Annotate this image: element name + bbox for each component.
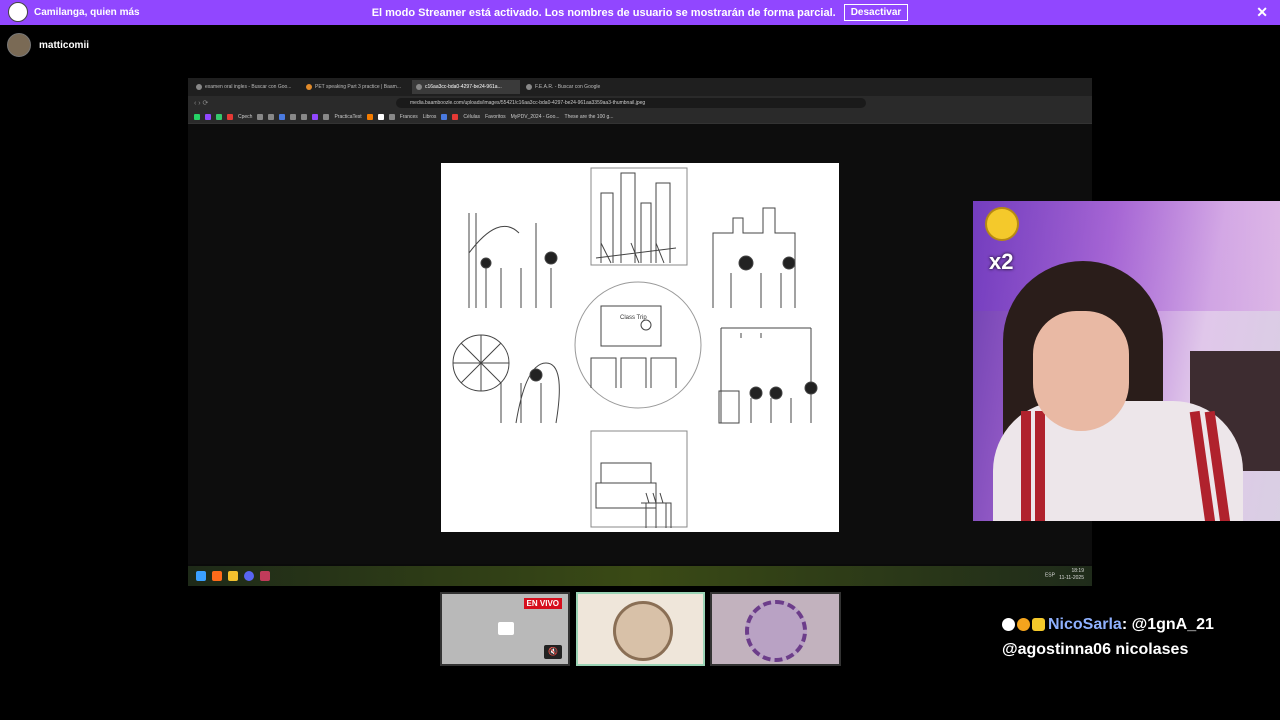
brave-icon[interactable]: [212, 571, 222, 581]
baamboozle-icon: [306, 84, 312, 90]
google-icon: [196, 84, 202, 90]
tab-label: c16aa3cc-bda0-4297-be24-961a...: [425, 84, 502, 90]
multiplier-label: x2: [989, 249, 1014, 274]
scene-thumb-screen[interactable]: EN VIVO 🔇: [440, 592, 570, 666]
bookmark-icon[interactable]: [323, 113, 330, 120]
line-drawing-illustration: Class Trip: [452, 167, 818, 528]
windows-taskbar: ESP 18:19 11-11-2025: [188, 566, 1092, 586]
bookmark-icon[interactable]: [216, 113, 222, 120]
avatar-disc: [613, 601, 673, 661]
crown-badge-icon: [1032, 618, 1045, 632]
clock-date[interactable]: 11-11-2025: [1059, 575, 1084, 581]
tab-image[interactable]: c16aa3cc-bda0-4297-be24-961a...: [412, 80, 520, 94]
bookmark-celulas[interactable]: Células: [463, 114, 480, 120]
rank-badge-icon: [1017, 618, 1030, 632]
chat-text-line2: @agostinna06 nicolases: [1002, 641, 1189, 658]
close-icon[interactable]: ✕: [1256, 4, 1268, 20]
chat-username[interactable]: NicoSarla: [1048, 616, 1122, 633]
tab-label: PET speaking Part 3 practice | Baam...: [315, 84, 401, 90]
bookmark-icon[interactable]: [268, 113, 275, 120]
bookmark-icon[interactable]: [441, 113, 448, 120]
nav-buttons[interactable]: ‹ › ⟳: [188, 99, 228, 107]
bookmark-icon[interactable]: [452, 113, 459, 120]
deactivate-button[interactable]: Desactivar: [843, 4, 909, 21]
webcam-feed: x2: [973, 201, 1280, 521]
bookmark-icon[interactable]: [290, 113, 297, 120]
scene-thumb-avatar[interactable]: [576, 592, 705, 666]
app-icon[interactable]: [260, 571, 270, 581]
google-icon: [526, 84, 532, 90]
windows-start-icon[interactable]: [196, 571, 206, 581]
streamer-face: [1033, 311, 1129, 431]
youtube-icon[interactable]: [227, 113, 233, 120]
bookmark-practicatest[interactable]: PracticaTest: [334, 114, 361, 120]
tab-label: examen oral ingles - Buscar con Goo...: [205, 84, 292, 90]
viewer-avatar[interactable]: [7, 33, 31, 57]
language-indicator[interactable]: ESP: [1045, 572, 1055, 578]
tab-strip: examen oral ingles - Buscar con Goo... P…: [188, 78, 1092, 96]
stream-view: Camilanga, quien más El modo Streamer es…: [0, 0, 1280, 720]
twitch-icon[interactable]: [205, 113, 211, 120]
tab-fear-search[interactable]: F.E.A.R. - Buscar con Google: [522, 80, 630, 94]
chat-badges: [1002, 618, 1045, 632]
scene-thumb-cat[interactable]: [710, 592, 841, 666]
emoji-sticker-icon: [985, 207, 1019, 241]
clock-time[interactable]: 18:19: [1071, 568, 1084, 574]
viewer-entry: matticomii: [7, 33, 89, 57]
tab-pet-speaking[interactable]: PET speaking Part 3 practice | Baam...: [302, 80, 410, 94]
bookmark-icon[interactable]: [257, 113, 264, 120]
url-field[interactable]: media.baamboozle.com/uploads/images/5542…: [396, 98, 866, 108]
bookmark-icon[interactable]: [279, 113, 286, 120]
streamer-mode-banner: Camilanga, quien más El modo Streamer es…: [0, 0, 1280, 25]
whatsapp-icon[interactable]: [194, 113, 200, 120]
address-bar-row: ‹ › ⟳ media.baamboozle.com/uploads/image…: [188, 96, 1092, 110]
x-icon[interactable]: [377, 113, 384, 120]
screen-capture-browser: examen oral ingles - Buscar con Goo... P…: [188, 78, 1092, 586]
bookmark-icon[interactable]: [312, 113, 319, 120]
bookmark-icon[interactable]: [301, 113, 308, 120]
bookmark-cpech[interactable]: Cpech: [238, 114, 252, 120]
channel-avatar[interactable]: [8, 2, 28, 22]
monitor-icon: [498, 622, 514, 635]
bookmark-icon[interactable]: [366, 113, 373, 120]
bookmark-100[interactable]: These are the 100 g...: [565, 114, 614, 120]
bookmark-icon[interactable]: [388, 113, 395, 120]
chat-message: NicoSarla: @1gnA_21: [1002, 612, 1214, 637]
system-tray[interactable]: ESP 18:19 11-11-2025: [1045, 568, 1084, 582]
bookmark-favoritos[interactable]: Favoritos: [485, 114, 506, 120]
bookmark-libros[interactable]: Libros: [423, 114, 437, 120]
image-caption: Class Trip: [620, 315, 647, 321]
discord-icon[interactable]: [244, 571, 254, 581]
live-badge: EN VIVO: [523, 598, 562, 609]
viewer-name: matticomii: [39, 39, 90, 51]
class-trip-image: Class Trip: [441, 163, 839, 532]
cat-disc: [745, 600, 807, 662]
tab-label: F.E.A.R. - Buscar con Google: [535, 84, 601, 90]
folder-icon[interactable]: [228, 571, 238, 581]
streamer-mode-message: El modo Streamer está activado. Los nomb…: [371, 6, 836, 19]
jacket-stripe: [1021, 411, 1031, 521]
globe-icon: [416, 84, 422, 90]
chat-overlay: NicoSarla: @1gnA_21 @agostinna06 nicolas…: [1002, 612, 1214, 662]
mute-icon[interactable]: 🔇: [544, 645, 562, 659]
tab-search-exam[interactable]: examen oral ingles - Buscar con Goo...: [192, 80, 300, 94]
bookmark-mypdv[interactable]: MyPDV_2024 - Goo...: [511, 114, 560, 120]
panda-badge-icon: [1002, 618, 1015, 632]
channel-header: Camilanga, quien más: [8, 2, 140, 22]
jacket-stripe: [1035, 411, 1045, 521]
bookmarks-bar: Cpech PracticaTest Frances Libros Célula…: [188, 110, 1092, 124]
page-viewport: Class Trip: [188, 124, 1092, 564]
channel-name: Camilanga, quien más: [34, 6, 140, 18]
chat-text: : @1gnA_21: [1121, 616, 1214, 633]
bookmark-frances[interactable]: Frances: [400, 114, 418, 120]
